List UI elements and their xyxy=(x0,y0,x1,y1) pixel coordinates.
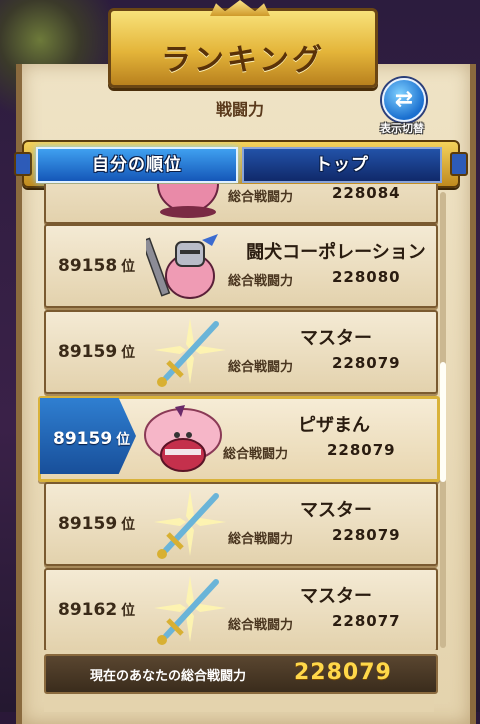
power-value: 228079 xyxy=(327,441,396,459)
title-banner: ランキング xyxy=(108,8,378,88)
swap-arrows-icon: ⇄ xyxy=(382,78,426,122)
ranking-row[interactable]: 89159 位 マスター 総合戦闘力 228079 xyxy=(44,482,438,566)
pink-blob-monster-icon xyxy=(157,184,219,218)
pink-knight-monster-icon xyxy=(146,234,218,299)
player-name: ピザまん xyxy=(298,415,370,436)
power-value: 228084 xyxy=(332,184,401,202)
power-label: 総合戦闘力 xyxy=(228,532,294,547)
ranking-row-self[interactable]: 89159 位 ピザまん 総合戦闘力 228079 xyxy=(38,396,440,482)
bottom-strip xyxy=(44,694,434,712)
current-power-footer: 現在のあなたの総合戦闘力 228079 xyxy=(44,654,438,694)
power-label: 総合戦闘力 xyxy=(228,190,294,205)
player-name: マスター xyxy=(300,328,372,349)
current-power-value: 228079 xyxy=(294,660,392,685)
display-switch-label: 表示切替 xyxy=(380,122,424,135)
sword-icon xyxy=(154,576,226,645)
power-label: 総合戦闘力 xyxy=(228,618,294,633)
ranking-list[interactable]: 総合戦闘力 228084 89158 位 闘犬コーポレーション 総合戦闘力 228… xyxy=(0,184,480,650)
scrollbar-thumb[interactable] xyxy=(440,362,446,482)
power-label: 総合戦闘力 xyxy=(223,447,289,462)
rank-number: 89159 位 xyxy=(58,514,136,534)
tab-left-cap xyxy=(14,152,32,176)
player-name: マスター xyxy=(300,500,372,521)
ranking-row[interactable]: 89158 位 闘犬コーポレーション 総合戦闘力 228080 xyxy=(44,224,438,308)
player-name: 闘犬コーポレーション xyxy=(246,242,426,263)
list-scrollbar[interactable] xyxy=(440,192,446,648)
rank-number: 89162 位 xyxy=(58,600,136,620)
power-value: 228079 xyxy=(332,526,401,544)
power-value: 228079 xyxy=(332,354,401,372)
tab-my-rank[interactable]: 自分の順位 xyxy=(36,147,238,183)
pink-fluffy-monster-icon xyxy=(144,405,222,472)
rank-number: 89159 位 xyxy=(58,342,136,362)
sword-icon xyxy=(154,490,226,559)
sword-icon xyxy=(154,318,226,387)
ranking-row[interactable]: 89159 位 マスター 総合戦闘力 228079 xyxy=(44,310,438,394)
ranking-row[interactable]: 総合戦闘力 228084 xyxy=(44,184,438,224)
power-value: 228077 xyxy=(332,612,401,630)
power-value: 228080 xyxy=(332,268,401,286)
rank-number: 89159 位 xyxy=(53,429,131,449)
ranking-tabs: 自分の順位 トップ xyxy=(14,140,468,188)
power-label: 総合戦闘力 xyxy=(228,360,294,375)
player-name: マスター xyxy=(300,586,372,607)
rank-number: 89158 位 xyxy=(58,256,136,276)
section-label: 戦闘力 xyxy=(215,100,264,119)
tab-right-cap xyxy=(450,152,468,176)
page-title: ランキング xyxy=(160,43,326,78)
power-label: 総合戦闘力 xyxy=(228,274,294,289)
tab-top[interactable]: トップ xyxy=(242,147,442,183)
display-switch-button[interactable]: ⇄ 表示切替 xyxy=(376,78,428,135)
ranking-row[interactable]: 89162 位 マスター 総合戦闘力 228077 xyxy=(44,568,438,650)
current-power-label: 現在のあなたの総合戦闘力 xyxy=(90,669,247,684)
